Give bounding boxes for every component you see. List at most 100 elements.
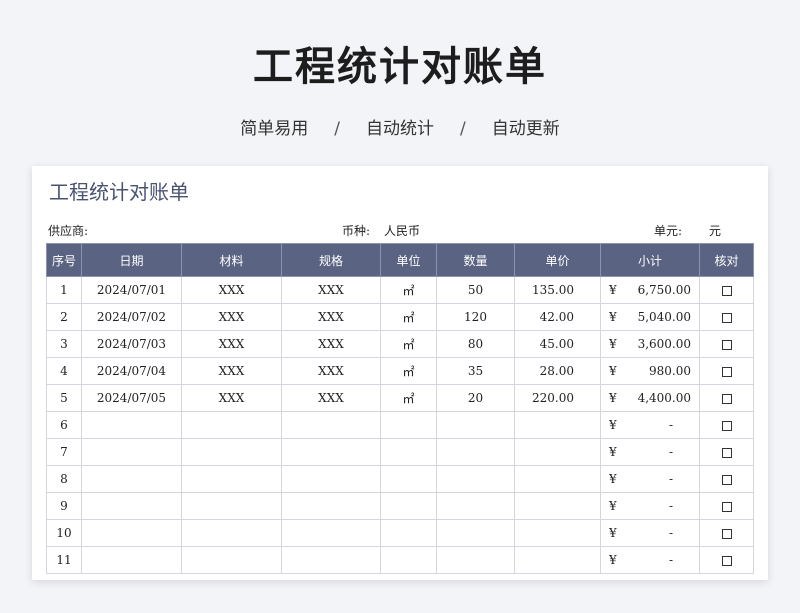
column-header-material: 材料 <box>181 243 282 277</box>
cell-subtotal: ¥ - <box>600 465 700 493</box>
cell-material: XXX <box>181 384 282 412</box>
cell-price <box>514 546 601 574</box>
cell-date: 2024/07/01 <box>81 276 182 304</box>
cell-subtotal: ¥980.00 <box>600 357 700 385</box>
cell-date <box>81 492 182 520</box>
cell-price <box>514 465 601 493</box>
tagline-item: 自动统计 <box>366 119 434 139</box>
cell-material: XXX <box>181 330 282 358</box>
check-checkbox[interactable] <box>721 393 732 404</box>
column-header-spec: 规格 <box>281 243 381 277</box>
currency-symbol: ¥ <box>609 526 617 540</box>
cell-spec <box>281 411 381 439</box>
cell-subtotal: ¥ - <box>600 438 700 466</box>
cell-qty <box>436 546 515 574</box>
check-checkbox[interactable] <box>721 501 732 512</box>
cell-material <box>181 438 282 466</box>
table-row: 2 2024/07/02 XXX XXX ㎡ 120 42.00 ¥5,040.00 <box>46 303 754 331</box>
cell-material <box>181 492 282 520</box>
cell-check <box>699 384 754 412</box>
currency-symbol: ¥ <box>609 364 617 378</box>
tagline-item: 简单易用 <box>240 119 309 139</box>
cell-unit: ㎡ <box>380 384 437 412</box>
cell-spec: XXX <box>281 303 381 331</box>
check-checkbox[interactable] <box>721 366 732 377</box>
cell-no: 11 <box>46 546 82 574</box>
cell-material: XXX <box>181 276 282 304</box>
currency-symbol: ¥ <box>609 553 617 567</box>
cell-no: 7 <box>46 438 82 466</box>
currency-symbol: ¥ <box>609 418 617 432</box>
cell-check <box>699 438 754 466</box>
cell-price <box>514 438 601 466</box>
cell-unit: ㎡ <box>380 276 437 304</box>
cell-material <box>181 519 282 547</box>
cell-price: 45.00 <box>514 330 601 358</box>
sheet-title: 工程统计对账单 <box>49 180 189 204</box>
column-header-no: 序号 <box>46 243 82 277</box>
table-row: 7 ¥ - <box>46 438 754 466</box>
cell-check <box>699 357 754 385</box>
check-checkbox[interactable] <box>721 474 732 485</box>
cell-unit <box>380 465 437 493</box>
cell-spec <box>281 492 381 520</box>
cell-check <box>699 492 754 520</box>
subtotal-value: - <box>668 526 673 540</box>
table-row: 6 ¥ - <box>46 411 754 439</box>
cell-subtotal: ¥ - <box>600 519 700 547</box>
cell-price <box>514 519 601 547</box>
cell-spec: XXX <box>281 384 381 412</box>
currency-symbol: ¥ <box>609 472 617 486</box>
check-checkbox[interactable] <box>721 312 732 323</box>
subtotal-value: - <box>668 445 673 459</box>
column-header-check: 核对 <box>699 243 754 277</box>
cell-no: 4 <box>46 357 82 385</box>
cell-no: 8 <box>46 465 82 493</box>
check-checkbox[interactable] <box>721 555 732 566</box>
currency-symbol: ¥ <box>609 391 617 405</box>
cell-qty <box>436 411 515 439</box>
cell-qty <box>436 492 515 520</box>
page-title: 工程统计对账单 <box>253 44 547 90</box>
cell-check <box>699 519 754 547</box>
cell-no: 2 <box>46 303 82 331</box>
cell-unit <box>380 438 437 466</box>
cell-material <box>181 411 282 439</box>
currency-symbol: ¥ <box>609 283 617 297</box>
check-checkbox[interactable] <box>721 420 732 431</box>
cell-no: 5 <box>46 384 82 412</box>
currency-symbol: ¥ <box>609 499 617 513</box>
column-header-unit: 单位 <box>380 243 437 277</box>
currency-symbol: ¥ <box>609 337 617 351</box>
cell-spec <box>281 438 381 466</box>
cell-subtotal: ¥4,400.00 <box>600 384 700 412</box>
subtotal-value: 4,400.00 <box>637 391 691 405</box>
subtotal-value: - <box>668 418 673 432</box>
cell-date <box>81 438 182 466</box>
cell-check <box>699 546 754 574</box>
cell-no: 1 <box>46 276 82 304</box>
cell-qty: 35 <box>436 357 515 385</box>
cell-no: 6 <box>46 411 82 439</box>
unit-label: 单元: <box>654 224 683 238</box>
cell-qty: 120 <box>436 303 515 331</box>
cell-spec: XXX <box>281 357 381 385</box>
table-row: 11 ¥ - <box>46 546 754 574</box>
currency-symbol: ¥ <box>609 310 617 324</box>
cell-no: 9 <box>46 492 82 520</box>
cell-no: 10 <box>46 519 82 547</box>
tagline: 简单易用 / 自动统计 / 自动更新 <box>0 114 800 139</box>
check-checkbox[interactable] <box>721 447 732 458</box>
check-checkbox[interactable] <box>721 339 732 350</box>
table-row: 5 2024/07/05 XXX XXX ㎡ 20 220.00 ¥4,400.00 <box>46 384 754 412</box>
cell-spec: XXX <box>281 276 381 304</box>
cell-unit: ㎡ <box>380 330 437 358</box>
table-row: 1 2024/07/01 XXX XXX ㎡ 50 135.00 ¥6,750.00 <box>46 276 754 304</box>
cell-subtotal: ¥ - <box>600 411 700 439</box>
cell-price <box>514 492 601 520</box>
check-checkbox[interactable] <box>721 285 732 296</box>
check-checkbox[interactable] <box>721 528 732 539</box>
table-header-row: 序号 日期 材料 规格 单位 数量 单价 小计 核对 <box>46 243 754 277</box>
cell-material: XXX <box>181 357 282 385</box>
cell-spec <box>281 519 381 547</box>
